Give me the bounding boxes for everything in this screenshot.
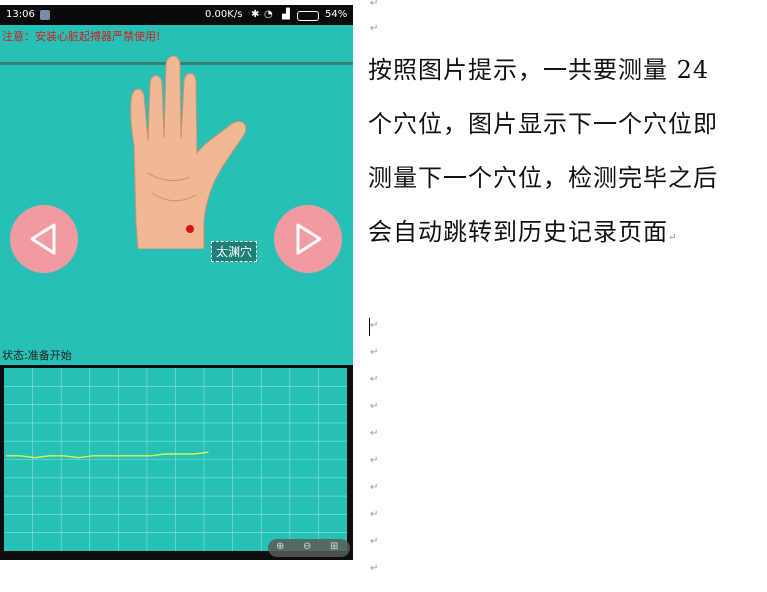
arrow-right-icon	[296, 223, 322, 255]
wifi-icon: ◔	[264, 9, 273, 20]
chart-canvas	[4, 368, 347, 551]
zoom-reset-icon[interactable]: ⊞	[330, 541, 338, 552]
paragraph-mark: ↵	[370, 23, 379, 34]
acupoint-marker	[186, 225, 194, 233]
notification-icon	[40, 10, 50, 20]
warning-text: 注意：安装心脏起搏器严禁使用!	[2, 30, 161, 43]
paragraph-mark: ↵	[370, 0, 379, 9]
paragraph-mark: ↵	[370, 320, 379, 331]
status-text: 状态:准备开始	[2, 349, 72, 362]
bluetooth-icon: ✱	[251, 9, 260, 20]
signal-chart	[0, 365, 353, 560]
paragraph-mark: ↵	[370, 536, 379, 547]
arrow-left-icon	[30, 223, 56, 255]
paragraph-mark: ↵	[370, 482, 379, 493]
paragraph-mark: ↵	[370, 455, 379, 466]
hand-image	[130, 55, 247, 249]
document-paragraph: 按照图片提示，一共要测量 24 个穴位，图片显示下一个穴位即测量下一个穴位，检测…	[368, 43, 728, 265]
phone-screenshot: 13:06 0.00K/s ✱ ◔ ▟ 54% 注意：安装心脏起搏器严禁使用! …	[0, 0, 353, 592]
paragraph-mark: ↵	[668, 232, 678, 243]
paragraph-mark: ↵	[370, 401, 379, 412]
paragraph-mark: ↵	[370, 509, 379, 520]
paragraph-mark: ↵	[370, 347, 379, 358]
paragraph-mark: ↵	[370, 428, 379, 439]
zoom-out-icon[interactable]: ⊖	[303, 541, 311, 552]
paragraph-mark: ↵	[370, 563, 379, 574]
battery-icon	[297, 11, 319, 21]
previous-button[interactable]	[10, 205, 78, 273]
paragraph-mark: ↵	[370, 374, 379, 385]
zoom-controls[interactable]: ⊕ ⊖ ⊞	[268, 539, 350, 557]
document-area: ↵ ↵ 按照图片提示，一共要测量 24 个穴位，图片显示下一个穴位即测量下一个穴…	[368, 0, 767, 592]
zoom-in-icon[interactable]: ⊕	[276, 541, 284, 552]
measurement-screen: 注意：安装心脏起搏器严禁使用! 太渊穴	[0, 25, 353, 365]
status-net-speed: 0.00K/s	[205, 9, 243, 20]
acupoint-label: 太渊穴	[211, 241, 258, 262]
next-button[interactable]	[274, 205, 342, 273]
status-time: 13:06	[6, 9, 35, 20]
signal-icon: ▟	[282, 9, 290, 20]
paragraph-text: 按照图片提示，一共要测量 24 个穴位，图片显示下一个穴位即测量下一个穴位，检测…	[368, 56, 718, 246]
status-bar: 13:06 0.00K/s ✱ ◔ ▟ 54%	[0, 5, 353, 25]
battery-percent: 54%	[325, 9, 348, 20]
